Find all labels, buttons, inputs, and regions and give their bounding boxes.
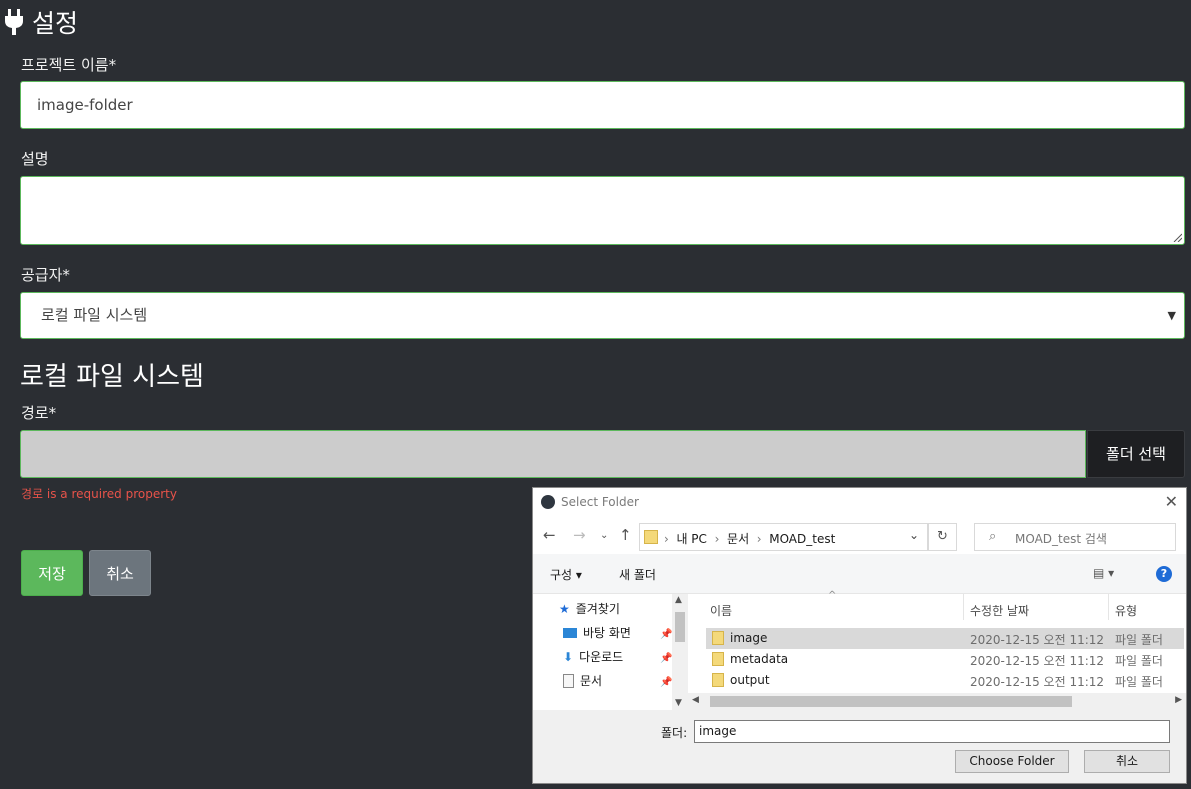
folder-icon [712, 673, 724, 687]
breadcrumb-item[interactable]: 내 PC [676, 532, 706, 546]
dialog-cancel-button[interactable]: 취소 [1084, 750, 1170, 773]
nav-scrollbar-thumb[interactable] [675, 612, 685, 642]
folder-icon [712, 652, 724, 666]
nav-item-label: 문서 [580, 674, 603, 688]
dialog-toolbar: 구성 ▾ 새 폴더 ▤ ▾ ? [533, 554, 1186, 594]
file-type: 파일 폴더 [1115, 633, 1163, 647]
file-modified: 2020-12-15 오전 11:12 [970, 633, 1105, 647]
choose-folder-button[interactable]: Choose Folder [955, 750, 1069, 773]
cancel-button[interactable]: 취소 [89, 550, 151, 596]
project-name-label: 프로젝트 이름* [21, 56, 117, 74]
select-folder-button[interactable]: 폴더 선택 [1087, 430, 1185, 478]
recent-locations-icon[interactable]: ⌄ [600, 530, 608, 541]
resize-grip-icon[interactable] [1173, 233, 1182, 242]
app-icon [541, 495, 555, 509]
scroll-down-icon[interactable]: ▼ [675, 698, 682, 708]
scroll-up-icon[interactable]: ▲ [675, 595, 682, 605]
back-arrow-icon[interactable]: ← [543, 526, 556, 544]
path-error-suffix: is a required property [43, 487, 177, 501]
file-type: 파일 폴더 [1115, 675, 1163, 689]
file-modified: 2020-12-15 오전 11:12 [970, 654, 1105, 668]
search-icon: ⌕ [989, 529, 997, 544]
path-error-message: 경로 is a required property [21, 485, 177, 502]
document-icon [563, 673, 574, 688]
project-name-input[interactable]: image-folder [20, 81, 1185, 129]
description-label: 설명 [21, 150, 49, 168]
forward-arrow-icon[interactable]: → [573, 526, 586, 544]
chevron-down-icon[interactable]: ⌄ [909, 528, 919, 542]
star-icon: ★ [559, 601, 570, 616]
nav-scrollbar[interactable]: ▲ ▼ [672, 594, 688, 710]
breadcrumb-separator: › [714, 532, 720, 546]
breadcrumb-item[interactable]: MOAD_test [769, 532, 835, 546]
provider-select[interactable]: 로컬 파일 시스템 ▼ [20, 292, 1185, 339]
nav-item-favorites[interactable]: ★ 즐겨찾기 [559, 600, 620, 617]
file-type: 파일 폴더 [1115, 654, 1163, 668]
pin-icon[interactable]: 📌 [660, 653, 672, 664]
file-list-hscrollbar[interactable]: ◀ ▶ [688, 693, 1186, 710]
nav-item-label: 다운로드 [579, 650, 624, 664]
save-button[interactable]: 저장 [21, 550, 83, 596]
path-input[interactable] [20, 430, 1086, 478]
nav-item-label: 바탕 화면 [583, 626, 631, 640]
folder-icon [644, 530, 658, 544]
breadcrumb-separator: › [756, 532, 762, 546]
path-error-prefix: 경로 [21, 487, 44, 501]
pin-icon[interactable]: 📌 [660, 629, 672, 640]
organize-menu[interactable]: 구성 ▾ [550, 566, 582, 583]
close-icon[interactable]: ✕ [1165, 492, 1178, 511]
file-row[interactable]: output 2020-12-15 오전 11:12 파일 폴더 [706, 670, 1184, 691]
path-label: 경로* [21, 404, 57, 422]
file-name: metadata [730, 652, 789, 666]
breadcrumb-separator: › [664, 532, 669, 546]
desktop-icon [563, 627, 577, 638]
search-placeholder: MOAD_test 검색 [1015, 532, 1107, 546]
section-title: 로컬 파일 시스템 [20, 362, 204, 392]
nav-item-desktop[interactable]: 바탕 화면 [563, 624, 631, 641]
file-name: output [730, 673, 770, 687]
nav-item-label: 즐겨찾기 [575, 602, 620, 616]
file-row[interactable]: metadata 2020-12-15 오전 11:12 파일 폴더 [706, 649, 1184, 670]
folder-icon [712, 631, 724, 645]
organize-label: 구성 [550, 568, 573, 582]
column-header-type[interactable]: 유형 [1115, 602, 1137, 619]
search-box[interactable]: ⌕ MOAD_test 검색 [974, 523, 1176, 551]
pin-icon[interactable]: 📌 [660, 677, 672, 688]
nav-item-downloads[interactable]: ⬇ 다운로드 [563, 648, 623, 665]
breadcrumb: › 내 PC › 문서 › MOAD_test [664, 530, 835, 547]
column-header-name[interactable]: 이름 [710, 602, 732, 619]
refresh-icon[interactable]: ↻ [928, 523, 957, 551]
dialog-titlebar: Select Folder ✕ [533, 488, 1186, 516]
dialog-nav-bar: ← → ⌄ ↑ › 내 PC › 문서 › MOAD_test ⌄ ↻ ⌕ MO… [533, 516, 1186, 554]
page-title-text: 설정 [32, 9, 79, 38]
file-row[interactable]: image 2020-12-15 오전 11:12 파일 폴더 [706, 628, 1184, 649]
dialog-title: Select Folder [561, 495, 639, 509]
up-arrow-icon[interactable]: ↑ [619, 526, 632, 544]
sort-indicator-icon: ^ [828, 590, 837, 601]
scroll-right-icon[interactable]: ▶ [1175, 695, 1182, 705]
help-icon[interactable]: ? [1156, 566, 1172, 582]
breadcrumb-item[interactable]: 문서 [727, 532, 749, 546]
file-modified: 2020-12-15 오전 11:12 [970, 675, 1105, 689]
nav-item-documents[interactable]: 문서 [563, 672, 602, 689]
folder-input[interactable]: image [694, 720, 1170, 743]
navigation-pane: ★ 즐겨찾기 바탕 화면 ⬇ 다운로드 문서 📌 📌 📌 [533, 594, 688, 710]
new-folder-button[interactable]: 새 폴더 [619, 566, 656, 583]
provider-label: 공급자* [21, 266, 70, 284]
plug-icon [4, 9, 24, 35]
caret-down-icon: ▼ [1167, 309, 1176, 322]
address-bar[interactable]: › 내 PC › 문서 › MOAD_test ⌄ [639, 523, 928, 551]
scroll-left-icon[interactable]: ◀ [692, 695, 699, 705]
file-name: image [730, 631, 768, 645]
view-options-icon[interactable]: ▤ ▾ [1093, 566, 1114, 580]
page-title: 설정 [4, 4, 78, 40]
provider-select-value: 로컬 파일 시스템 [41, 306, 148, 324]
select-folder-dialog: Select Folder ✕ ← → ⌄ ↑ › 내 PC › 문서 › MO… [532, 487, 1187, 784]
download-icon: ⬇ [563, 649, 574, 664]
folder-label: 폴더: [661, 726, 688, 740]
hscrollbar-thumb[interactable] [710, 696, 1072, 707]
column-header-modified[interactable]: 수정한 날짜 [970, 602, 1029, 619]
description-textarea[interactable] [20, 176, 1185, 245]
